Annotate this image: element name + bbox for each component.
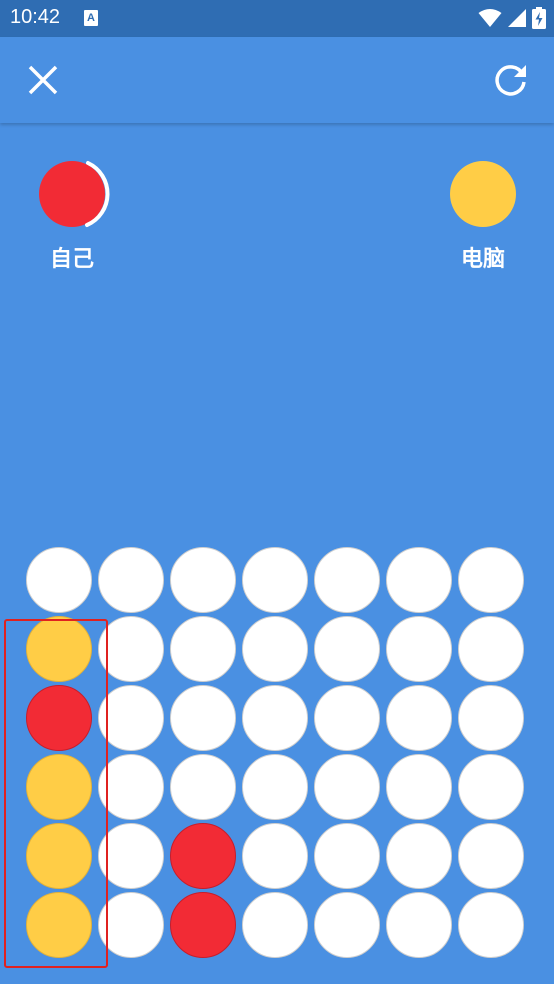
a-badge-icon: A — [84, 10, 98, 26]
board-cell[interactable] — [314, 892, 380, 958]
app-bar — [0, 37, 554, 123]
board-cell[interactable] — [26, 685, 92, 751]
status-time: 10:42 — [10, 6, 61, 28]
board-cell[interactable] — [458, 823, 524, 889]
board-cell[interactable] — [314, 754, 380, 820]
board-cell[interactable] — [98, 754, 164, 820]
board-cell[interactable] — [98, 547, 164, 613]
close-button[interactable] — [25, 62, 61, 98]
board-cell[interactable] — [170, 823, 236, 889]
board-cell[interactable] — [242, 685, 308, 751]
status-icons — [478, 7, 546, 31]
board-cell[interactable] — [458, 892, 524, 958]
game-board — [26, 547, 524, 958]
battery-charging-icon — [532, 7, 546, 29]
board-cell[interactable] — [386, 547, 452, 613]
board-cell[interactable] — [170, 754, 236, 820]
restart-button[interactable] — [493, 62, 529, 98]
board-cell[interactable] — [26, 616, 92, 682]
player-self-name: 自己 — [49, 247, 94, 272]
player-computer-disc — [450, 161, 516, 227]
board-cell[interactable] — [314, 547, 380, 613]
board-cell[interactable] — [458, 547, 524, 613]
board-cell[interactable] — [242, 823, 308, 889]
board-cell[interactable] — [386, 616, 452, 682]
player-self: 自己 — [27, 158, 117, 273]
board-cell[interactable] — [26, 547, 92, 613]
board-cell[interactable] — [26, 892, 92, 958]
board-cell[interactable] — [386, 892, 452, 958]
board-cell[interactable] — [170, 547, 236, 613]
board-cell[interactable] — [98, 685, 164, 751]
board-cell[interactable] — [458, 754, 524, 820]
board-cell[interactable] — [170, 685, 236, 751]
board-cell[interactable] — [458, 616, 524, 682]
board-cell[interactable] — [386, 754, 452, 820]
board-cell[interactable] — [98, 823, 164, 889]
player-self-disc — [39, 161, 110, 227]
board-cell[interactable] — [314, 685, 380, 751]
board-cell[interactable] — [170, 616, 236, 682]
player-computer-name: 电脑 — [460, 247, 505, 272]
board-cell[interactable] — [98, 616, 164, 682]
refresh-icon — [495, 65, 526, 96]
turn-indicator-ring — [85, 161, 110, 227]
board-cell[interactable] — [242, 754, 308, 820]
board-cell[interactable] — [242, 892, 308, 958]
board-cell[interactable] — [242, 547, 308, 613]
board-cell[interactable] — [98, 892, 164, 958]
board-cell[interactable] — [26, 754, 92, 820]
board-cell[interactable] — [386, 685, 452, 751]
board-cell[interactable] — [458, 685, 524, 751]
player-computer: 电脑 — [438, 158, 528, 273]
signal-icon — [507, 9, 526, 27]
close-icon — [28, 65, 58, 95]
board-cell[interactable] — [386, 823, 452, 889]
wifi-icon — [478, 9, 502, 27]
status-bar: 10:42 A — [0, 0, 554, 37]
board-cell[interactable] — [314, 616, 380, 682]
board-cell[interactable] — [26, 823, 92, 889]
board-cell[interactable] — [314, 823, 380, 889]
board-cell[interactable] — [242, 616, 308, 682]
board-cell[interactable] — [170, 892, 236, 958]
